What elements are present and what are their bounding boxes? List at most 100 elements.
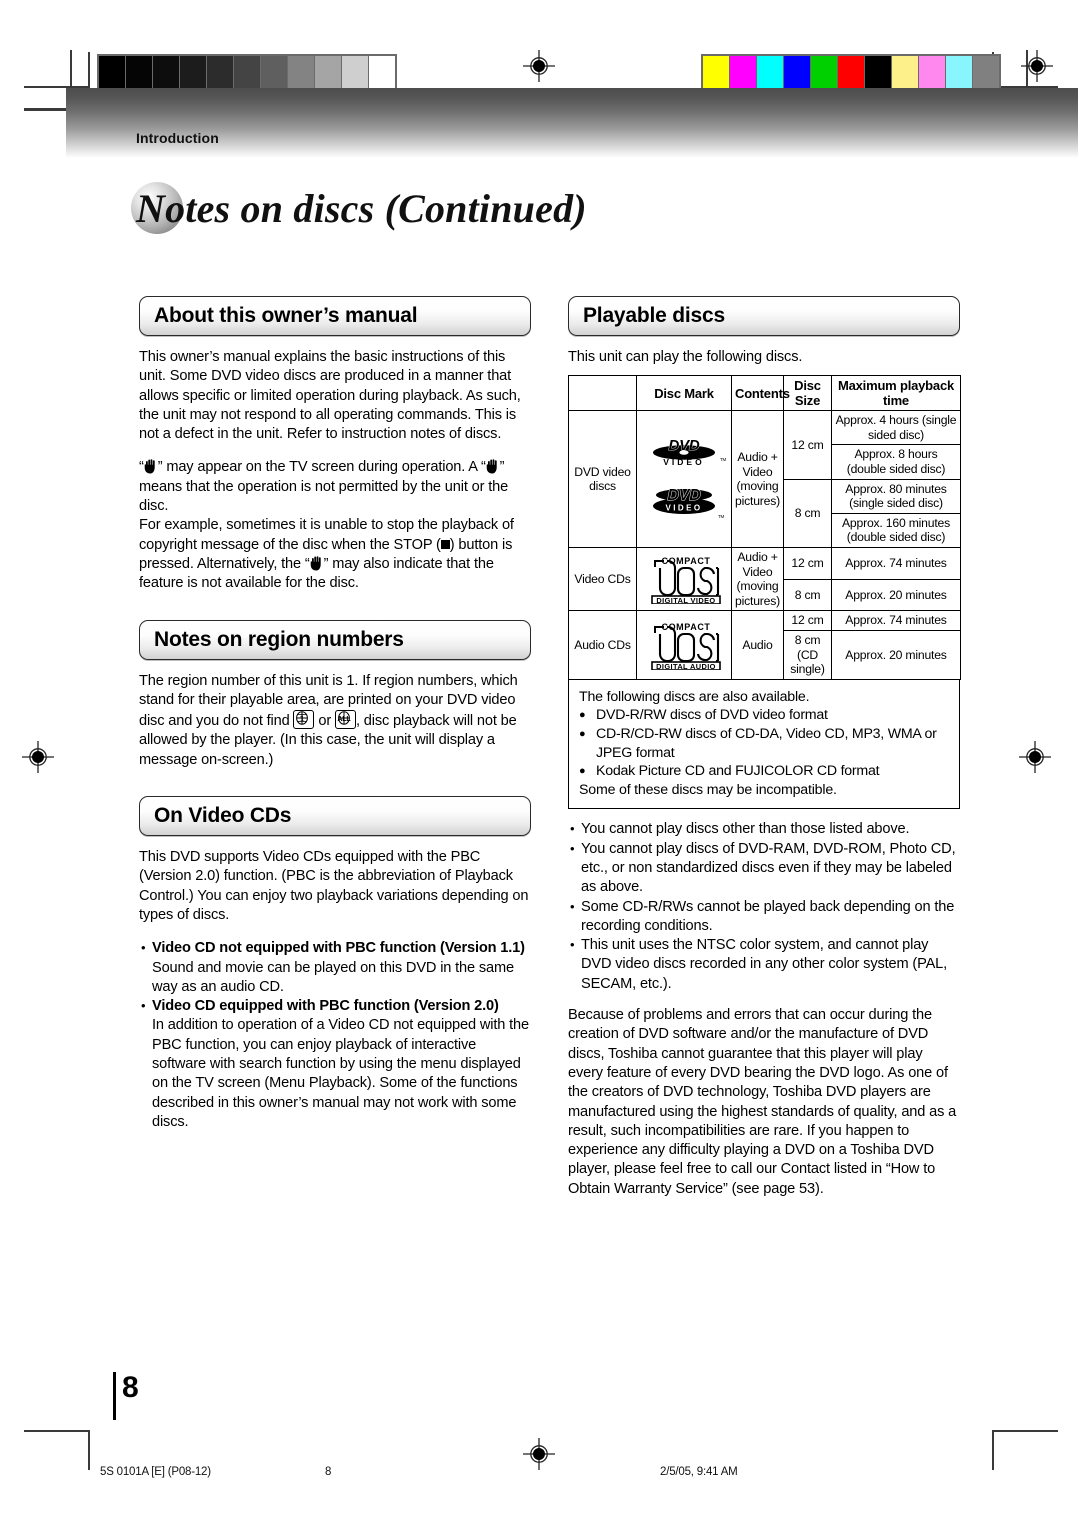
crop-mark-bottom-left-h	[24, 1430, 90, 1432]
stop-hand-icon	[310, 556, 324, 571]
heading-playable-discs: Playable discs	[568, 296, 960, 336]
svg-text:DIGITAL VIDEO: DIGITAL VIDEO	[656, 596, 715, 604]
registration-mark-right	[1018, 740, 1052, 774]
video-cd-bullet-list-2: Video CD equipped with PBC function (Ver…	[139, 996, 531, 1016]
list-item: DVD-R/RW discs of DVD video format	[579, 706, 949, 725]
manual-page: Introduction Notes on discs (Continued) …	[0, 0, 1080, 1528]
registration-mark-top-right-corner	[1020, 49, 1054, 83]
heading-notes-on-region-numbers-label: Notes on region numbers	[154, 627, 404, 651]
region-paragraph-or: or	[318, 713, 332, 730]
about-paragraph-1: This owner’s manual explains the basic i…	[139, 349, 521, 443]
list-item: You cannot play discs of DVD-RAM, DVD-RO…	[568, 839, 960, 898]
playable-discs-table: Disc Mark Contents Disc Size Maximum pla…	[568, 375, 961, 680]
disc-mark-dvd-video: DVD VIDEO TM VIDEO DVD TM	[636, 410, 732, 549]
row-category-audio-cds: Audio CDs	[568, 610, 637, 680]
row-time-dvd-12cm-single: Approx. 4 hours (single sided disc)	[831, 410, 961, 446]
row-time-videocd-12cm: Approx. 74 minutes	[831, 547, 961, 580]
col-header-disc-mark: Disc Mark	[636, 375, 732, 412]
section-header-band	[66, 88, 1078, 158]
svg-text:TM: TM	[720, 457, 727, 462]
page-title: Notes on discs (Continued)	[131, 178, 587, 238]
list-item: Some CD-R/RWs cannot be played back depe…	[568, 897, 960, 937]
table-row: Audio CDs COMPACT DIGITAL AUDIO Audio 12…	[568, 610, 961, 680]
svg-text:1: 1	[300, 714, 305, 723]
stop-hand-icon	[144, 459, 158, 474]
list-item: You cannot play discs other than those l…	[568, 819, 960, 839]
video-cd-bullet-list: Video CD not equipped with PBC function …	[139, 938, 531, 958]
footer-job-code: 5S 0101A [E] (P08-12)	[100, 1466, 211, 1478]
compact-disc-digital-video-logo-icon: COMPACT DIGITAL VIDEO	[651, 556, 721, 605]
also-available-footer: Some of these discs may be incompatible.	[579, 781, 837, 798]
row-size-dvd-12cm: 12 cm	[783, 410, 832, 480]
right-column: Playable discs This unit can play the fo…	[568, 296, 961, 1213]
svg-text:ALL: ALL	[337, 716, 351, 723]
region-numbers-paragraph: The region number of this unit is 1. If …	[139, 672, 531, 770]
crop-mark-top-left-v2	[70, 50, 72, 92]
also-available-box: The following discs are also available. …	[568, 679, 960, 810]
row-time-dvd-12cm-double: Approx. 8 hours (double sided disc)	[831, 444, 961, 480]
row-time-dvd-8cm-double: Approx. 160 minutes (double sided disc)	[831, 512, 961, 549]
list-item: Kodak Picture CD and FUJICOLOR CD format	[579, 762, 949, 781]
list-item: Video CD equipped with PBC function (Ver…	[139, 996, 531, 1016]
registration-mark-bottom-center	[522, 1437, 556, 1471]
row-category-video-cds: Video CDs	[568, 547, 637, 612]
dvd-video-logo-icon: DVD VIDEO TM	[653, 438, 727, 467]
heading-notes-on-region-numbers: Notes on region numbers	[139, 619, 531, 660]
section-label: Introduction	[136, 130, 219, 146]
page-number: 8	[122, 1371, 139, 1404]
row-contents-video-cds: Audio + Video (moving pictures)	[731, 547, 784, 612]
crop-mark-bottom-right-v	[992, 1430, 994, 1470]
row-size-dvd-8cm: 8 cm	[783, 478, 832, 549]
about-paragraph-2: “” may appear on the TV screen during op…	[139, 458, 531, 516]
disc-mark-audio-cd: COMPACT DIGITAL AUDIO	[636, 610, 732, 680]
row-time-audiocd-12cm: Approx. 74 minutes	[831, 610, 961, 632]
video-cd-bullet-2-title: Video CD equipped with PBC function (Ver…	[152, 998, 499, 1015]
video-cd-bullet-1-title: Video CD not equipped with PBC function …	[152, 940, 525, 957]
region-all-icon: ALL	[334, 710, 356, 730]
about-paragraph-3: For example, sometimes it is unable to s…	[139, 516, 531, 593]
svg-text:DVD: DVD	[668, 438, 699, 454]
disc-mark-video-cd: COMPACT DIGITAL VIDEO	[636, 547, 732, 612]
closing-paragraph: Because of problems and errors that can …	[568, 1007, 957, 1197]
also-available-list: DVD-R/RW discs of DVD video format CD-R/…	[579, 706, 949, 780]
row-size-audiocd-8cm: 8 cm (CD single)	[783, 630, 832, 680]
row-category-dvd: DVD video discs	[568, 410, 637, 549]
stop-hand-icon	[486, 459, 500, 474]
svg-text:DIGITAL AUDIO: DIGITAL AUDIO	[656, 662, 716, 670]
compact-disc-digital-audio-logo-icon: COMPACT DIGITAL AUDIO	[651, 622, 721, 671]
row-contents-audio-cds: Audio	[731, 610, 784, 680]
col-header-max-playback: Maximum playback time	[831, 375, 961, 412]
playable-discs-intro: This unit can play the following discs.	[568, 349, 803, 365]
video-cd-bullet-2-body: In addition to operation of a Video CD n…	[152, 1017, 529, 1130]
row-size-audiocd-12cm: 12 cm	[783, 610, 832, 632]
table-row: DVD video discs DVD VIDEO TM VIDEO DVD T…	[568, 410, 961, 549]
stop-square-icon	[440, 539, 450, 549]
registration-mark-left	[21, 740, 55, 774]
row-time-videocd-8cm: Approx. 20 minutes	[831, 578, 961, 612]
page-title-text: Notes on discs (Continued)	[136, 185, 587, 231]
left-column: About this owner’s manual This owner’s m…	[139, 296, 531, 1132]
list-item: CD-R/CD-RW discs of CD-DA, Video CD, MP3…	[579, 725, 949, 762]
svg-text:VIDEO: VIDEO	[663, 457, 704, 467]
row-time-dvd-8cm-single: Approx. 80 minutes (single sided disc)	[831, 478, 961, 514]
svg-text:TM: TM	[718, 514, 725, 519]
col-header-contents: Contents	[731, 375, 790, 412]
svg-text:DVD: DVD	[667, 487, 701, 504]
footer-folio: 8	[325, 1466, 332, 1478]
crop-mark-bottom-right-h	[992, 1430, 1058, 1432]
table-row: Video CDs COMPACT DIGITAL VIDEO Audio + …	[568, 547, 961, 612]
video-cd-bullet-1-body: Sound and movie can be played on this DV…	[152, 959, 514, 995]
row-contents-dvd: Audio + Video (moving pictures)	[731, 410, 784, 549]
row-time-audiocd-8cm: Approx. 20 minutes	[831, 630, 961, 680]
registration-mark-top-center	[522, 49, 556, 83]
crop-mark-top-left-v	[88, 52, 90, 88]
about-paragraph-2-mid: ” may appear on the TV screen during ope…	[157, 459, 486, 476]
crop-mark-bottom-left-v	[88, 1430, 90, 1470]
heading-on-video-cds-label: On Video CDs	[154, 804, 292, 828]
heading-playable-discs-label: Playable discs	[583, 304, 725, 327]
cautions-list: You cannot play discs other than those l…	[568, 819, 960, 994]
footer-timestamp: 2/5/05, 9:41 AM	[660, 1466, 738, 1478]
also-available-lead: The following discs are also available.	[579, 688, 810, 705]
list-item: Video CD not equipped with PBC function …	[139, 938, 531, 958]
dvd-video-logo-icon-2: VIDEO DVD TM	[653, 487, 725, 519]
